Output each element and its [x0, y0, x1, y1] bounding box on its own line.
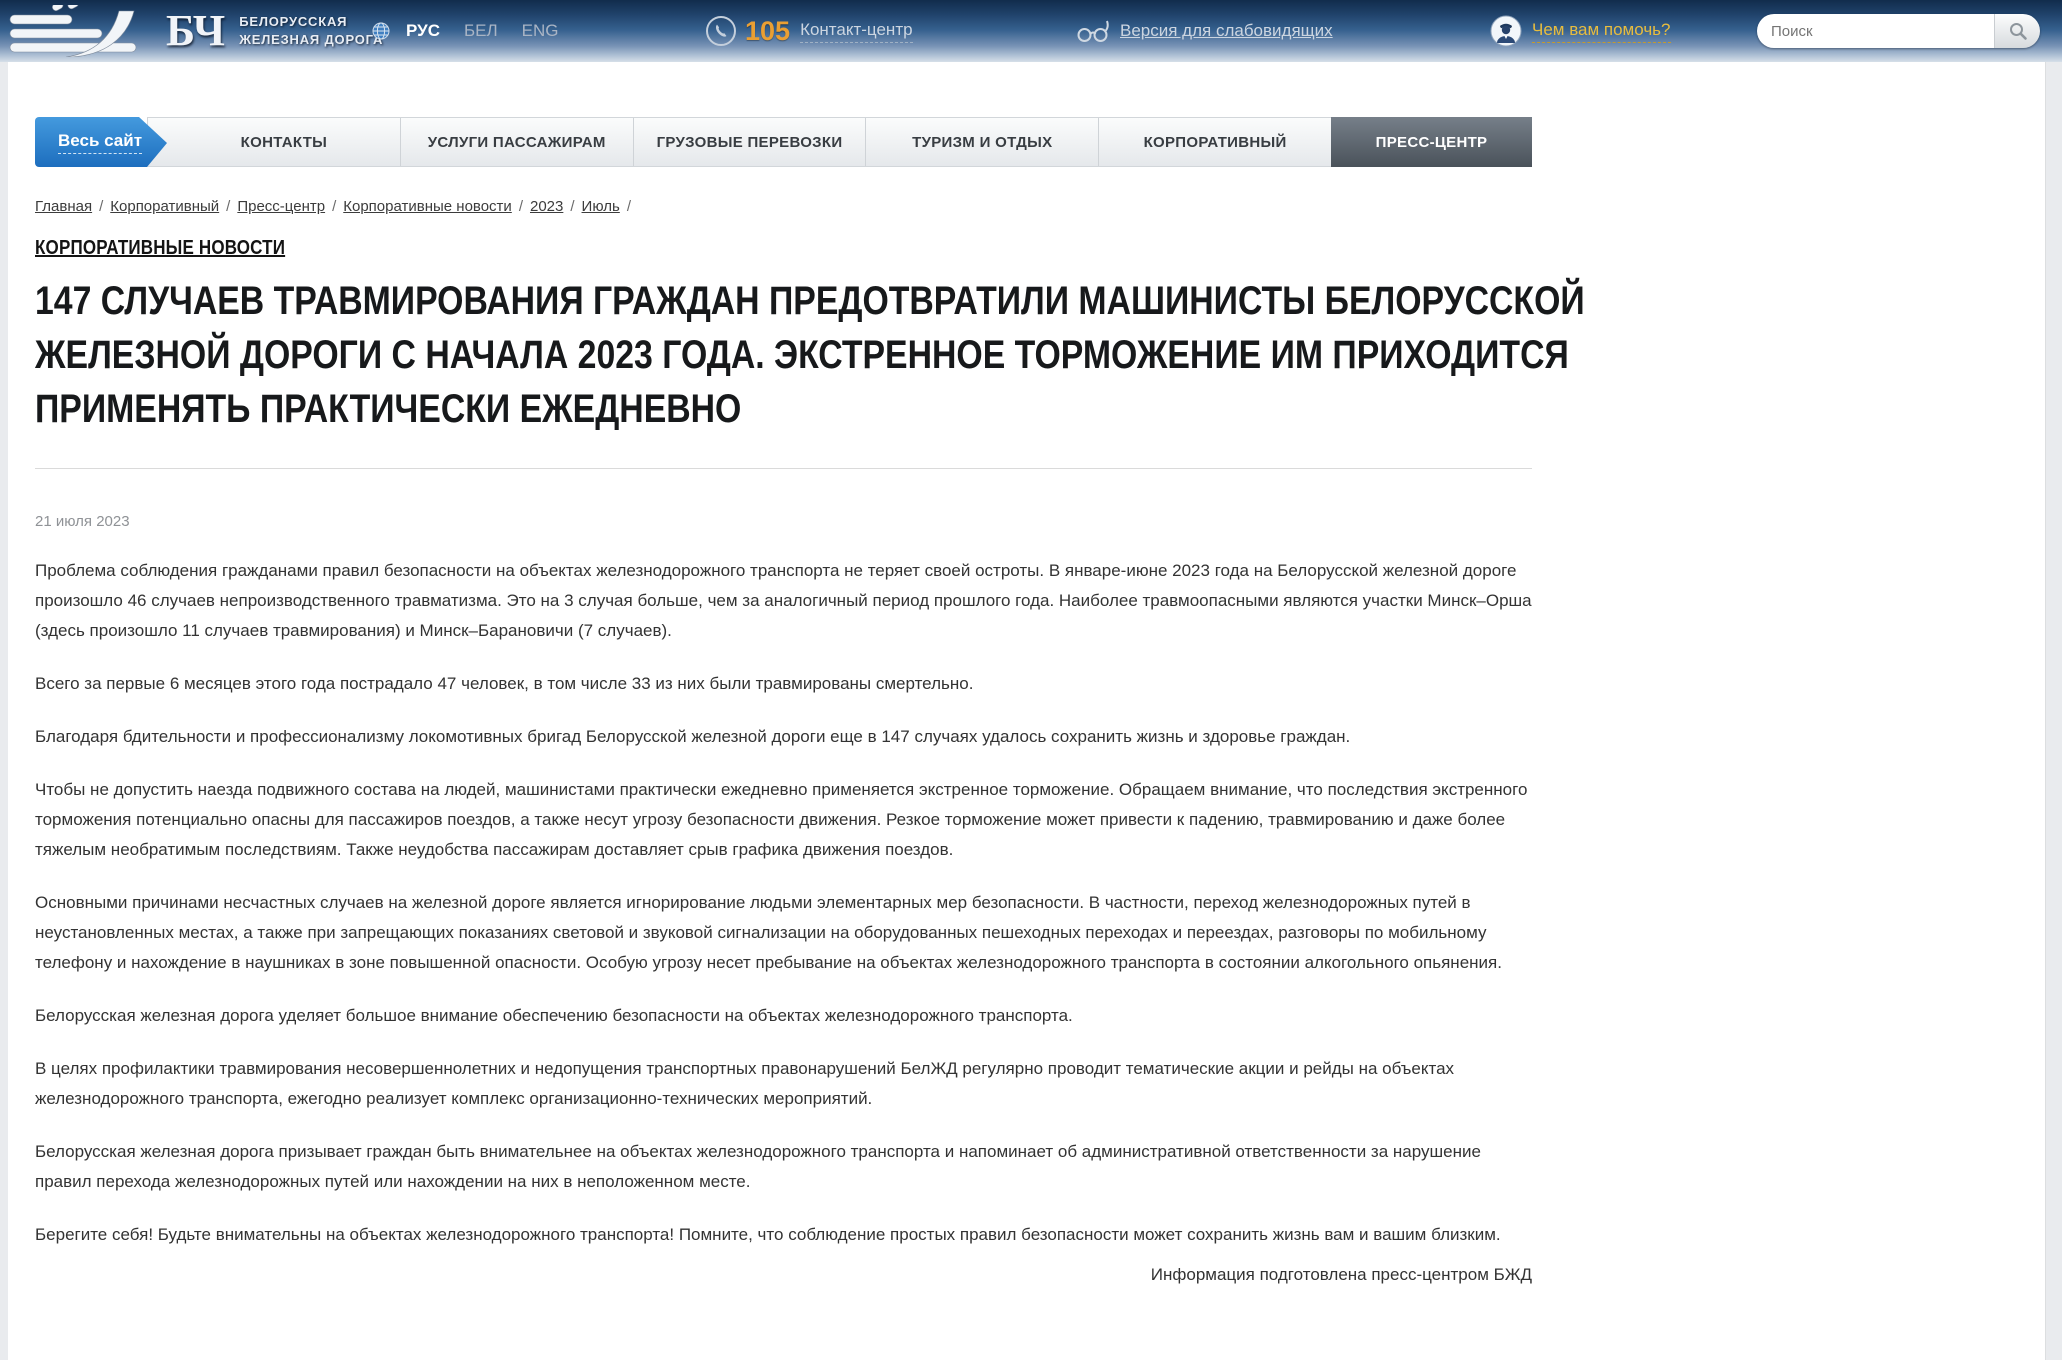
- help-widget: Чем вам помочь?: [1490, 0, 1671, 62]
- breadcrumb-corporate[interactable]: Корпоративный: [110, 198, 219, 215]
- phone-icon: [706, 16, 736, 46]
- article-date: 21 июля 2023: [35, 513, 1532, 530]
- article-paragraph: Благодаря бдительности и профессионализм…: [35, 722, 1532, 752]
- bch-logo-mark-icon: [8, 5, 160, 57]
- breadcrumb-corporate-news[interactable]: Корпоративные новости: [343, 198, 512, 215]
- lang-rus[interactable]: РУС: [406, 21, 440, 41]
- lang-bel[interactable]: БЕЛ: [464, 21, 498, 41]
- breadcrumb-press-center[interactable]: Пресс-центр: [237, 198, 325, 215]
- section-corporate-news-link[interactable]: КОРПОРАТИВНЫЕ НОВОСТИ: [35, 237, 285, 260]
- language-switcher: РУС БЕЛ ENG: [372, 0, 582, 62]
- nav-freight[interactable]: ГРУЗОВЫЕ ПЕРЕВОЗКИ: [633, 118, 866, 166]
- nav-passenger-services[interactable]: УСЛУГИ ПАССАЖИРАМ: [400, 118, 633, 166]
- article-title: 147 СЛУЧАЕВ ТРАВМИРОВАНИЯ ГРАЖДАН ПРЕДОТ…: [35, 274, 1532, 436]
- nav-tourism[interactable]: ТУРИЗМ И ОТДЫХ: [865, 118, 1098, 166]
- article-paragraph: Всего за первые 6 месяцев этого года пос…: [35, 669, 1532, 699]
- breadcrumb-2023[interactable]: 2023: [530, 198, 563, 215]
- accessibility-version: Версия для слабовидящих: [1076, 0, 1333, 62]
- article-paragraph: Чтобы не допустить наезда подвижного сос…: [35, 775, 1532, 865]
- lang-eng[interactable]: ENG: [522, 21, 559, 41]
- help-link[interactable]: Чем вам помочь?: [1532, 20, 1671, 43]
- content-sheet: Весь сайт КОНТАКТЫ УСЛУГИ ПАССАЖИРАМ ГРУ…: [8, 62, 2046, 1360]
- top-header-bar: БЧ БЕЛОРУССКАЯ ЖЕЛЕЗНАЯ ДОРОГА РУС БЕЛ E…: [0, 0, 2062, 62]
- logo-name: БЕЛОРУССКАЯ ЖЕЛЕЗНАЯ ДОРОГА: [239, 13, 383, 48]
- contact-center-link[interactable]: Контакт-центр: [800, 20, 913, 43]
- breadcrumb-home[interactable]: Главная: [35, 198, 92, 215]
- article-paragraph: Основными причинами несчастных случаев н…: [35, 888, 1532, 978]
- title-divider: [35, 468, 1532, 469]
- nav-items: КОНТАКТЫ УСЛУГИ ПАССАЖИРАМ ГРУЗОВЫЕ ПЕРЕ…: [147, 117, 1532, 167]
- article-source-note: Информация подготовлена пресс-центром БЖ…: [35, 1260, 1532, 1290]
- search-input[interactable]: [1757, 14, 1994, 48]
- article-paragraph: Белорусская железная дорога уделяет боль…: [35, 1001, 1532, 1031]
- breadcrumb-july[interactable]: Июль: [582, 198, 620, 215]
- article-paragraph: В целях профилактики травмирования несов…: [35, 1054, 1532, 1114]
- site-search: [1757, 14, 2040, 48]
- contact-center: 105 Контакт-центр: [706, 0, 913, 62]
- breadcrumb: Главная/Корпоративный/Пресс-центр/Корпор…: [35, 198, 1532, 215]
- contact-number: 105: [745, 16, 790, 47]
- search-button[interactable]: [1994, 14, 2040, 48]
- bch-logo[interactable]: БЧ БЕЛОРУССКАЯ ЖЕЛЕЗНАЯ ДОРОГА: [8, 0, 383, 62]
- nav-contacts[interactable]: КОНТАКТЫ: [168, 118, 400, 166]
- magnifier-icon: [2008, 21, 2028, 41]
- article: КОРПОРАТИВНЫЕ НОВОСТИ 147 СЛУЧАЕВ ТРАВМИ…: [35, 215, 1532, 1290]
- nav-press-center[interactable]: ПРЕСС-ЦЕНТР: [1331, 117, 1532, 167]
- article-paragraph: Белорусская железная дорога призывает гр…: [35, 1137, 1532, 1197]
- conductor-avatar-icon: [1490, 15, 1522, 47]
- globe-icon: [372, 22, 390, 40]
- glasses-icon: [1076, 19, 1110, 43]
- article-paragraph: Берегите себя! Будьте внимательны на объ…: [35, 1220, 1532, 1250]
- logo-abbr: БЧ: [166, 9, 225, 53]
- accessibility-link[interactable]: Версия для слабовидящих: [1120, 21, 1333, 41]
- article-paragraph: Проблема соблюдения гражданами правил бе…: [35, 556, 1532, 646]
- nav-corporate[interactable]: КОРПОРАТИВНЫЙ: [1098, 118, 1331, 166]
- main-navigation: Весь сайт КОНТАКТЫ УСЛУГИ ПАССАЖИРАМ ГРУ…: [35, 117, 1532, 167]
